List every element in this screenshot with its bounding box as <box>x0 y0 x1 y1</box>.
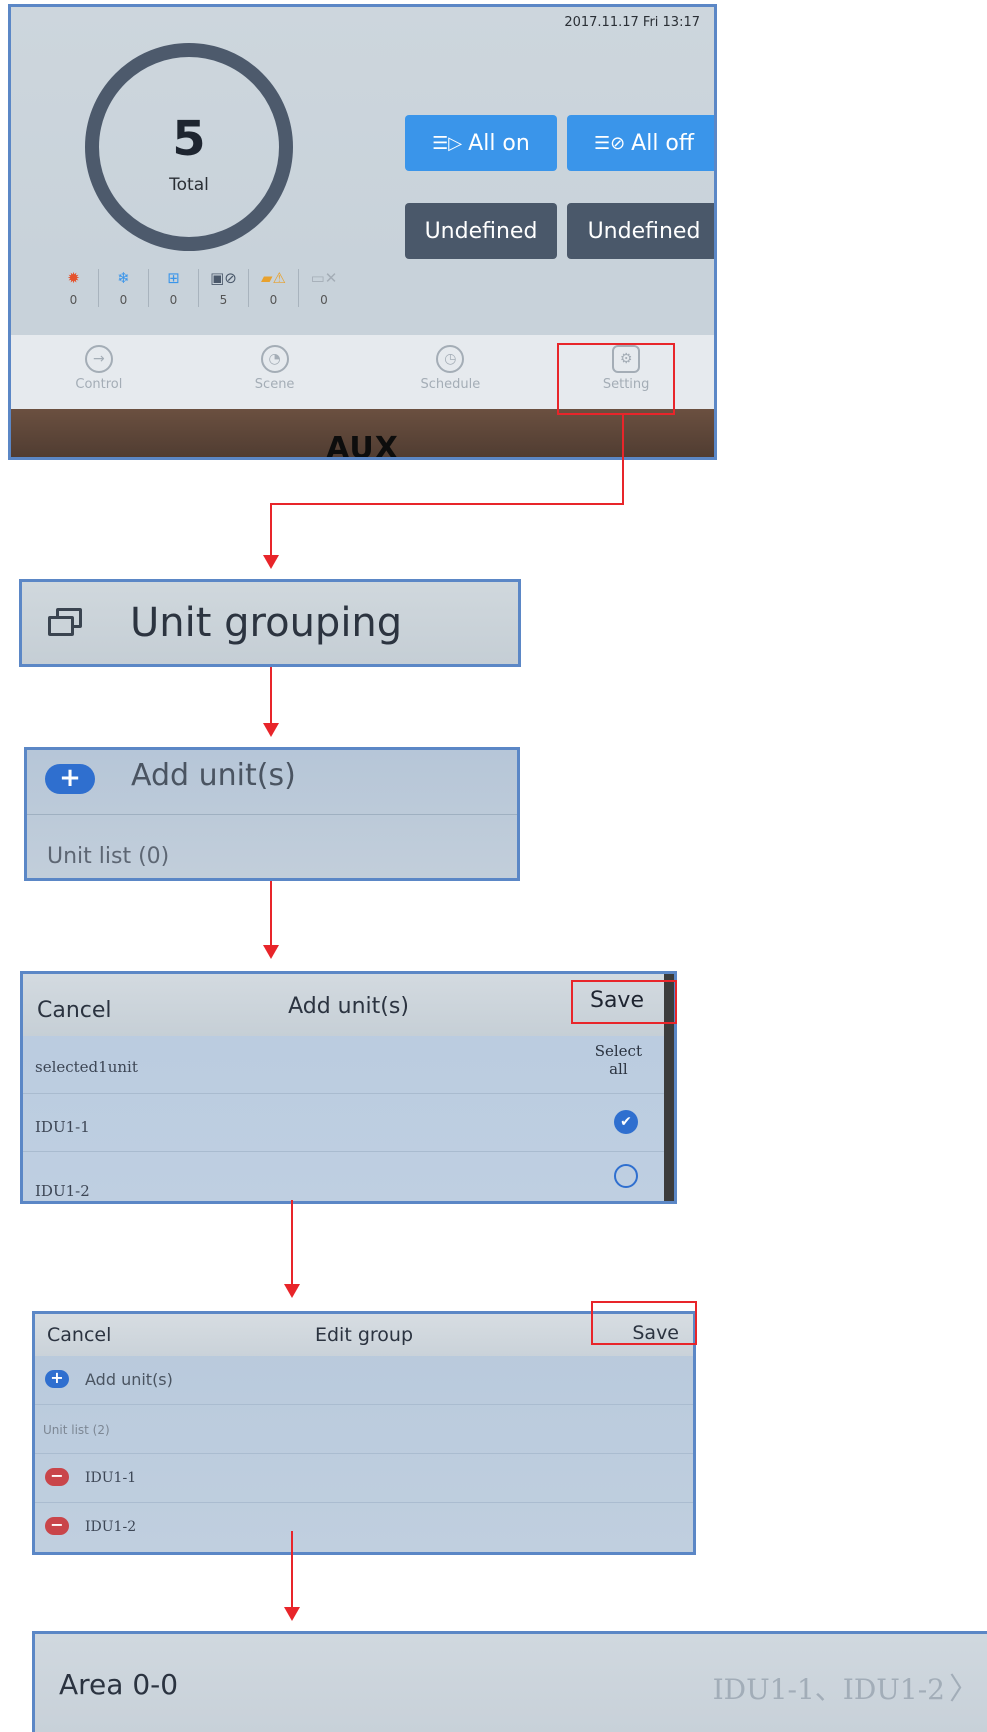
unit-list-header: Unit list (2) <box>43 1423 110 1437</box>
scene-icon: ◔ <box>260 345 289 373</box>
add-units-button[interactable]: Add unit(s) <box>131 758 296 793</box>
total-label: Total <box>169 175 209 195</box>
add-icon[interactable]: + <box>45 764 95 794</box>
checkbox-unchecked-icon[interactable] <box>614 1164 638 1188</box>
remove-icon[interactable]: − <box>45 1517 69 1535</box>
connector-line <box>270 503 272 555</box>
total-count: 5 <box>172 111 206 167</box>
unit-row: − IDU1-2 <box>35 1503 693 1552</box>
unit-row[interactable]: IDU1-2 <box>23 1152 664 1201</box>
nav-schedule[interactable]: ◷ Schedule <box>363 335 539 409</box>
selection-summary-row: selected1unit Select all <box>23 1036 664 1094</box>
stat-off: ▣⊘ 5 <box>199 269 249 307</box>
stat-warning: ▰⚠ 0 <box>249 269 299 307</box>
selected-count: selected1unit <box>35 1058 138 1076</box>
connector-line <box>270 503 624 505</box>
select-all-button[interactable]: Select all <box>595 1042 642 1078</box>
checkbox-checked-icon[interactable]: ✔ <box>614 1110 638 1134</box>
device-bezel: AUX <box>11 409 714 460</box>
undefined-button-2[interactable]: Undefined <box>567 203 714 259</box>
group-units-panel: + Add unit(s) Unit list (0) <box>24 747 520 881</box>
unit-grouping-item[interactable]: Unit grouping <box>19 579 521 667</box>
unit-list-header-row: Unit list (2) <box>35 1405 693 1454</box>
connector-line <box>270 881 272 947</box>
save-highlight <box>571 980 677 1024</box>
disconnected-icon: ▭✕ <box>310 269 338 287</box>
unit-row: − IDU1-1 <box>35 1454 693 1503</box>
divider <box>27 814 517 815</box>
area-row[interactable]: Area 0-0 IDU1-1、IDU1-2 〉 <box>32 1631 987 1732</box>
area-name: Area 0-0 <box>59 1668 179 1701</box>
nav-scene[interactable]: ◔ Scene <box>187 335 363 409</box>
edit-group-dialog: Cancel Edit group Save + Add unit(s) Uni… <box>32 1311 696 1555</box>
all-off-button[interactable]: ☰⊘ All off <box>567 115 714 171</box>
all-off-icon: ☰⊘ <box>593 132 626 154</box>
setting-highlight <box>557 343 675 415</box>
connector-line <box>270 667 272 725</box>
chevron-right-icon: 〉 <box>949 1672 979 1707</box>
brand-logo: AUX <box>326 431 399 460</box>
all-on-button[interactable]: ☰▷ All on <box>405 115 557 171</box>
total-ring: 5 Total <box>85 43 293 251</box>
group-icon <box>48 608 82 638</box>
unit-name: IDU1-2 <box>35 1182 90 1200</box>
add-units-row[interactable]: + Add unit(s) <box>35 1356 693 1405</box>
remove-icon[interactable]: − <box>45 1468 69 1486</box>
connector-line <box>291 1531 293 1609</box>
unit-grouping-label: Unit grouping <box>130 600 403 646</box>
control-icon: → <box>84 345 113 373</box>
stat-cool: ❄ 0 <box>99 269 149 307</box>
mode-grid-icon: ⊞ <box>167 269 180 287</box>
connector-line <box>291 1200 293 1286</box>
nav-control[interactable]: → Control <box>11 335 187 409</box>
all-on-icon: ☰▷ <box>432 132 463 154</box>
cool-icon: ❄ <box>117 269 130 287</box>
status-stats: ✹ 0 ❄ 0 ⊞ 0 ▣⊘ 5 ▰⚠ 0 ▭✕ 0 <box>49 269 349 307</box>
datetime: 2017.11.17 Fri 13:17 <box>564 15 700 30</box>
stat-mode: ⊞ 0 <box>149 269 199 307</box>
add-units-label: Add unit(s) <box>85 1370 173 1389</box>
unit-name: IDU1-2 <box>85 1519 137 1535</box>
stat-disconnected: ▭✕ 0 <box>299 269 349 307</box>
schedule-icon: ◷ <box>436 345 465 373</box>
undefined-button-1[interactable]: Undefined <box>405 203 557 259</box>
add-icon: + <box>45 1370 69 1388</box>
arrow-head <box>284 1284 300 1298</box>
stat-heat: ✹ 0 <box>49 269 99 307</box>
area-units: IDU1-1、IDU1-2 <box>712 1673 945 1706</box>
connector-line <box>622 415 624 505</box>
arrow-head <box>263 555 279 569</box>
arrow-head <box>284 1607 300 1621</box>
arrow-head <box>263 723 279 737</box>
unit-off-icon: ▣⊘ <box>210 269 237 287</box>
warning-icon: ▰⚠ <box>261 269 286 287</box>
unit-name: IDU1-1 <box>35 1118 90 1136</box>
heat-icon: ✹ <box>67 269 80 287</box>
unit-row[interactable]: IDU1-1 ✔ <box>23 1094 664 1152</box>
unit-name: IDU1-1 <box>85 1470 137 1486</box>
save-highlight <box>591 1301 697 1345</box>
arrow-head <box>263 945 279 959</box>
unit-list-header: Unit list (0) <box>47 844 170 869</box>
